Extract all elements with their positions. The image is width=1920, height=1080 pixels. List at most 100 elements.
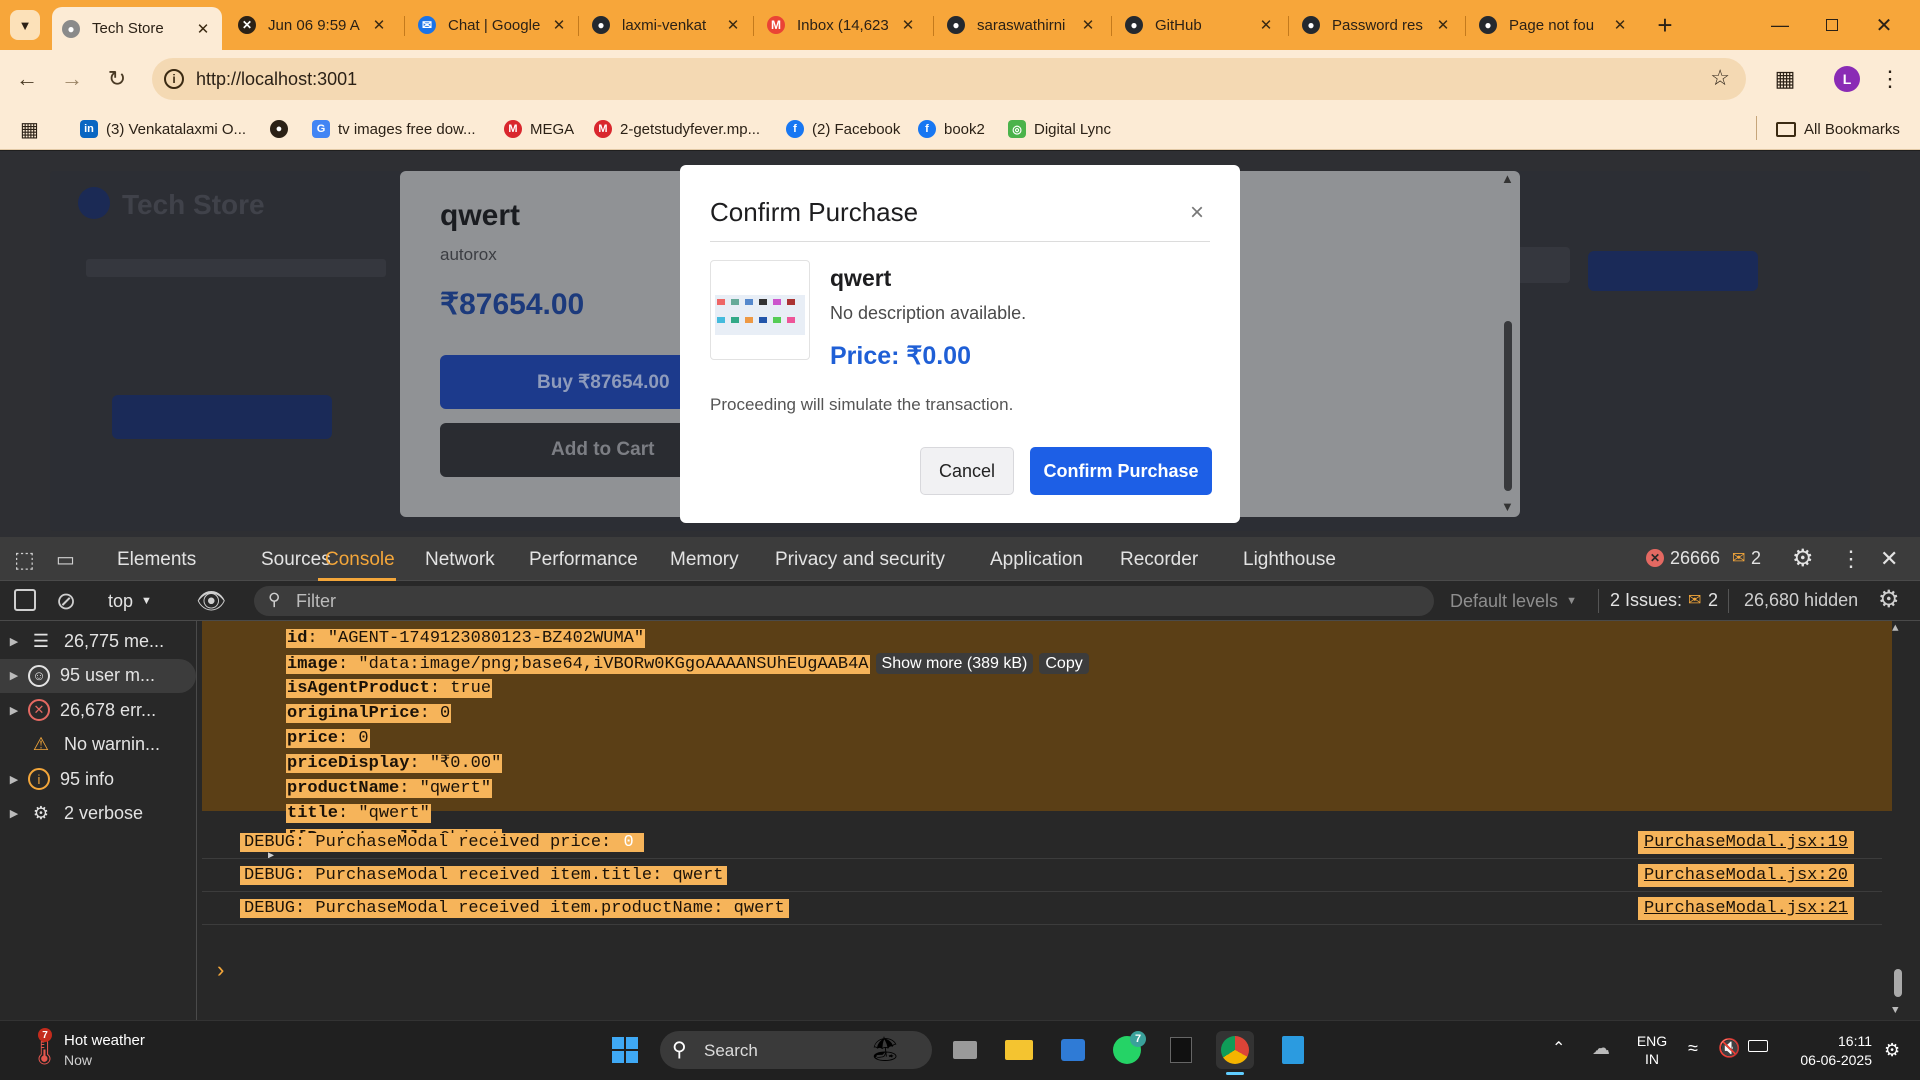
profile-avatar[interactable]: L [1834, 66, 1860, 92]
devtools-tab-network[interactable]: Network [425, 549, 495, 571]
close-tab-icon[interactable]: ✕ [550, 16, 568, 34]
bookmark-1[interactable]: in (3) Venkatalaxmi O... [80, 114, 246, 144]
issue-count[interactable]: 2 [1751, 548, 1761, 569]
task-view-icon[interactable] [946, 1031, 984, 1069]
close-tab-icon[interactable]: ✕ [1611, 16, 1629, 34]
address-bar[interactable]: i http://localhost:3001 ☆ [152, 58, 1746, 100]
wifi-icon[interactable]: ≈ [1688, 1038, 1698, 1059]
url-text[interactable]: http://localhost:3001 [196, 69, 357, 90]
forward-button[interactable]: → [57, 64, 87, 94]
reload-button[interactable]: ↻ [102, 64, 132, 94]
bookmark-7[interactable]: f book2 [918, 114, 985, 144]
scroll-down-icon[interactable]: ▼ [1501, 499, 1514, 514]
devtools-tab-application[interactable]: Application [990, 549, 1083, 571]
file-explorer-icon[interactable] [1000, 1031, 1038, 1069]
site-info-icon[interactable]: i [164, 69, 184, 89]
bookmark-5[interactable]: M 2-getstudyfever.mp... [594, 114, 760, 144]
bookmark-6[interactable]: f (2) Facebook [786, 114, 900, 144]
console-sidebar-item[interactable]: ⚠ No warnin... [0, 728, 196, 762]
browser-menu-icon[interactable]: ⋮ [1879, 64, 1901, 94]
devtools-close-icon[interactable]: ✕ [1880, 546, 1898, 572]
object-property-line[interactable]: price: 0 [286, 727, 370, 751]
device-toolbar-icon[interactable]: ▭ [56, 547, 75, 572]
tab-1[interactable]: ● Tech Store ✕ [52, 7, 222, 50]
modal-close-button[interactable]: × [1190, 199, 1204, 227]
context-selector[interactable]: top ▼ [108, 589, 152, 613]
console-scrollbar-thumb[interactable] [1894, 969, 1902, 997]
extensions-icon[interactable]: ▦ [1770, 64, 1800, 94]
tab-4[interactable]: ● laxmi-venkat ✕ [582, 7, 752, 43]
tab-search-button[interactable]: ▼ [10, 10, 40, 40]
bookmark-8[interactable]: ◎ Digital Lync [1008, 114, 1111, 144]
notepad-icon[interactable] [1274, 1031, 1312, 1069]
notifications-icon[interactable]: ⚙ [1884, 1040, 1900, 1061]
language-indicator[interactable]: ENG IN [1632, 1032, 1672, 1070]
devtools-more-icon[interactable]: ⋮ [1840, 546, 1862, 572]
copy-button[interactable]: Copy [1039, 653, 1089, 674]
tab-9[interactable]: ● Page not fou ✕ [1469, 7, 1639, 43]
close-tab-icon[interactable]: ✕ [899, 16, 917, 34]
bookmark-3[interactable]: Gtv images free dow... [312, 114, 476, 144]
error-count[interactable]: 26666 [1670, 548, 1720, 569]
console-filter-input[interactable]: ⚲ Filter [254, 586, 1434, 616]
source-link[interactable]: PurchaseModal.jsx:20 [1637, 864, 1854, 887]
console-settings-gear-icon[interactable]: ⚙ [1878, 585, 1900, 614]
object-property-line[interactable]: isAgentProduct: true [286, 677, 493, 701]
log-levels-dropdown[interactable]: Default levels ▼ [1450, 589, 1577, 613]
console-log-message[interactable]: DEBUG: PurchaseModal received item.title… [240, 864, 728, 887]
tab-5[interactable]: M Inbox (14,623 ✕ [757, 7, 927, 43]
whatsapp-icon[interactable]: 7 [1108, 1031, 1146, 1069]
console-sidebar-item[interactable]: ▶ ☺ 95 user m... [0, 658, 196, 693]
object-property-line[interactable]: originalPrice: 0 [286, 702, 452, 726]
tab-6[interactable]: ● saraswathirni ✕ [937, 7, 1107, 43]
source-link[interactable]: PurchaseModal.jsx:19 [1637, 831, 1854, 854]
console-scroll-down-icon[interactable]: ▼ [1892, 1005, 1899, 1017]
all-bookmarks[interactable]: All Bookmarks [1776, 114, 1900, 144]
sidebar-toggle-icon[interactable] [14, 589, 36, 611]
onedrive-icon[interactable]: ☁ [1592, 1038, 1610, 1059]
console-sidebar-item[interactable]: ▶ ☰ 26,775 me... [0, 624, 196, 658]
taskbar-search-box[interactable]: ⚲ Search 🏖 [660, 1031, 932, 1069]
minimize-button[interactable]: — [1760, 10, 1800, 40]
devtools-tab-memory[interactable]: Memory [670, 549, 739, 571]
object-property-line[interactable]: image: "data:image/png;base64,iVBORw0KGg… [286, 652, 1089, 676]
object-property-line[interactable]: productName: "qwert" [286, 777, 493, 801]
console-log-message[interactable]: DEBUG: PurchaseModal received price: 0 [240, 831, 644, 854]
close-tab-icon[interactable]: ✕ [1079, 16, 1097, 34]
console-log-message[interactable]: DEBUG: PurchaseModal received item.produ… [240, 897, 789, 920]
settings-gear-icon[interactable]: ⚙ [1792, 544, 1814, 573]
close-tab-icon[interactable]: ✕ [370, 16, 388, 34]
console-prompt[interactable]: › [214, 959, 227, 984]
confirm-purchase-button[interactable]: Confirm Purchase [1030, 447, 1212, 495]
devtools-tab-performance[interactable]: Performance [529, 549, 638, 571]
close-tab-icon[interactable]: ✕ [194, 20, 212, 38]
epic-games-icon[interactable] [1162, 1031, 1200, 1069]
cancel-button[interactable]: Cancel [920, 447, 1014, 495]
clock[interactable]: 16:11 06-06-2025 [1782, 1032, 1872, 1070]
tab-7[interactable]: ● GitHub ✕ [1115, 7, 1285, 43]
bookmark-star-icon[interactable]: ☆ [1710, 65, 1730, 91]
console-scroll-up-icon[interactable]: ▲ [1892, 623, 1899, 635]
object-property-line[interactable]: title: "qwert" [286, 802, 431, 826]
devtools-tab-privacy-and-security[interactable]: Privacy and security [775, 549, 945, 571]
weather-widget[interactable]: 🌡 7 Hot weather Now [22, 1028, 202, 1072]
bookmark-2[interactable]: ● [270, 114, 296, 144]
show-hidden-icons-chevron-icon[interactable]: ⌃ [1552, 1038, 1565, 1058]
close-tab-icon[interactable]: ✕ [1257, 16, 1275, 34]
devtools-tab-recorder[interactable]: Recorder [1120, 549, 1198, 571]
live-expression-eye-icon[interactable]: 👁 [196, 587, 226, 616]
new-tab-button[interactable]: + [1650, 10, 1680, 40]
start-windows-icon[interactable] [606, 1031, 644, 1069]
microsoft-store-icon[interactable] [1054, 1031, 1092, 1069]
source-link[interactable]: PurchaseModal.jsx:21 [1637, 897, 1854, 920]
restore-button[interactable] [1812, 10, 1852, 40]
close-tab-icon[interactable]: ✕ [1434, 16, 1452, 34]
chrome-icon[interactable] [1216, 1031, 1254, 1069]
page-scrollbar-thumb[interactable] [1504, 321, 1512, 491]
inspect-element-icon[interactable]: ⬚ [14, 547, 35, 573]
bookmark-4[interactable]: M MEGA [504, 114, 574, 144]
apps-grid-icon[interactable]: ▦ [20, 114, 44, 144]
issues-label[interactable]: 2 Issues: [1610, 590, 1682, 611]
tab-3[interactable]: ✉ Chat | Google ✕ [408, 7, 578, 43]
issues-number[interactable]: 2 [1708, 590, 1718, 611]
